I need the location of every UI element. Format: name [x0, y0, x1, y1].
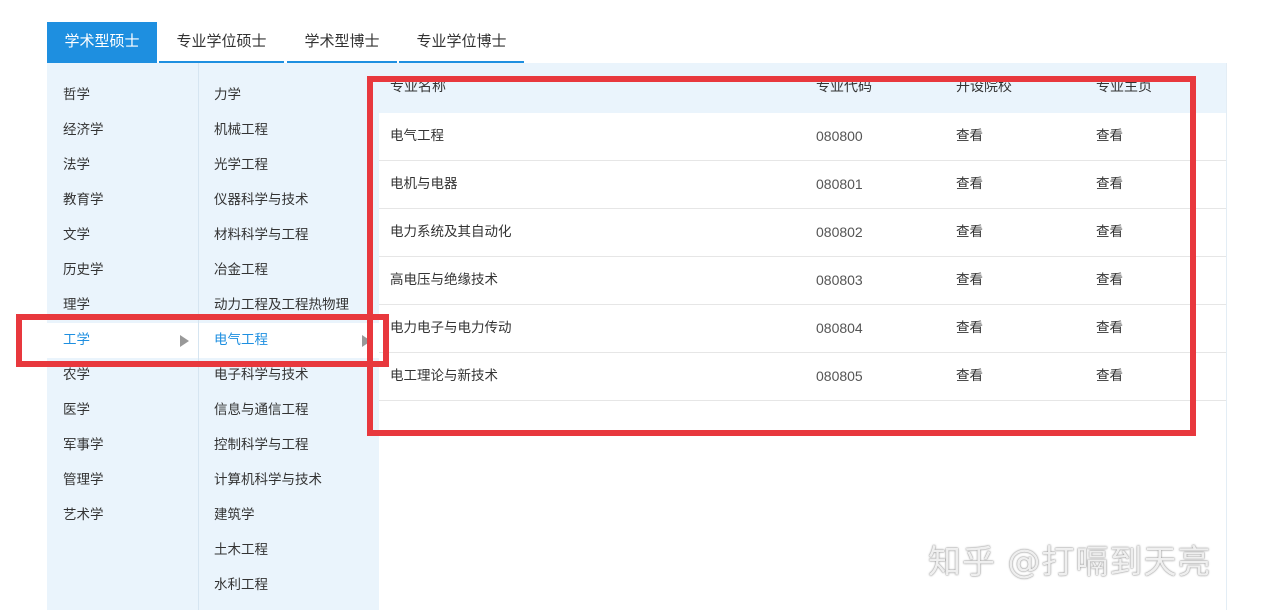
homepage-link[interactable]: 查看: [1096, 113, 1123, 160]
right-triangle-icon: [362, 335, 371, 347]
discipline-item[interactable]: 土木工程: [199, 533, 380, 568]
discipline-item[interactable]: 控制科学与工程: [199, 428, 380, 463]
discipline-list: 力学 机械工程 光学工程 仪器科学与技术 材料科学与工程 冶金工程 动力工程及工…: [198, 63, 380, 610]
discipline-item[interactable]: 水利工程: [199, 568, 380, 603]
major-code: 080805: [816, 368, 863, 384]
discipline-item[interactable]: 动力工程及工程热物理: [199, 288, 380, 323]
category-item[interactable]: 历史学: [47, 253, 198, 288]
category-item-selected[interactable]: 工学: [47, 323, 198, 358]
category-item[interactable]: 军事学: [47, 428, 198, 463]
homepage-link[interactable]: 查看: [1096, 353, 1123, 400]
homepage-link[interactable]: 查看: [1096, 161, 1123, 208]
table-header: 专业名称 专业代码 开设院校 专业主页: [379, 63, 1226, 113]
tab-academic-doctor[interactable]: 学术型博士: [287, 22, 397, 63]
homepage-link[interactable]: 查看: [1096, 209, 1123, 256]
discipline-item[interactable]: 建筑学: [199, 498, 380, 533]
category-item[interactable]: 经济学: [47, 113, 198, 148]
table-row: 电气工程 080800 查看 查看: [379, 113, 1226, 161]
major-code: 080804: [816, 320, 863, 336]
discipline-item-selected[interactable]: 电气工程: [199, 323, 380, 358]
schools-link[interactable]: 查看: [956, 209, 983, 256]
tab-professional-doctor[interactable]: 专业学位博士: [399, 22, 524, 63]
watermark: 知乎 @打嗝到天亮: [928, 542, 1212, 581]
category-item[interactable]: 医学: [47, 393, 198, 428]
major-name: 电工理论与新技术: [390, 368, 498, 384]
header-homepage: 专业主页: [1096, 79, 1152, 95]
tab-academic-master[interactable]: 学术型硕士: [47, 22, 157, 63]
table-row: 电工理论与新技术 080805 查看 查看: [379, 353, 1226, 401]
discipline-item[interactable]: 计算机科学与技术: [199, 463, 380, 498]
schools-link[interactable]: 查看: [956, 161, 983, 208]
discipline-item[interactable]: 光学工程: [199, 148, 380, 183]
tab-professional-master[interactable]: 专业学位硕士: [159, 22, 284, 63]
discipline-label: 电气工程: [214, 332, 268, 348]
header-major-code: 专业代码: [816, 79, 872, 95]
category-item[interactable]: 理学: [47, 288, 198, 323]
category-item[interactable]: 农学: [47, 358, 198, 393]
category-item[interactable]: 文学: [47, 218, 198, 253]
major-code: 080802: [816, 224, 863, 240]
table-row: 电机与电器 080801 查看 查看: [379, 161, 1226, 209]
discipline-item[interactable]: 电子科学与技术: [199, 358, 380, 393]
homepage-link[interactable]: 查看: [1096, 257, 1123, 304]
category-item[interactable]: 艺术学: [47, 498, 198, 533]
degree-tabs: 学术型硕士 专业学位硕士 学术型博士 专业学位博士: [47, 22, 1227, 63]
category-list: 哲学 经济学 法学 教育学 文学 历史学 理学 工学 农学 医学 军事学 管理学…: [47, 63, 198, 610]
schools-link[interactable]: 查看: [956, 257, 983, 304]
right-triangle-icon: [180, 335, 189, 347]
discipline-item[interactable]: 材料科学与工程: [199, 218, 380, 253]
major-name: 电气工程: [390, 128, 444, 144]
category-label: 工学: [63, 332, 90, 348]
category-item[interactable]: 教育学: [47, 183, 198, 218]
table-row: 高电压与绝缘技术 080803 查看 查看: [379, 257, 1226, 305]
table-row: 电力系统及其自动化 080802 查看 查看: [379, 209, 1226, 257]
discipline-item[interactable]: 冶金工程: [199, 253, 380, 288]
table-row: 电力电子与电力传动 080804 查看 查看: [379, 305, 1226, 353]
category-item[interactable]: 法学: [47, 148, 198, 183]
major-name: 高电压与绝缘技术: [390, 272, 498, 288]
schools-link[interactable]: 查看: [956, 353, 983, 400]
homepage-link[interactable]: 查看: [1096, 305, 1123, 352]
major-code: 080803: [816, 272, 863, 288]
discipline-item[interactable]: 力学: [199, 78, 380, 113]
major-name: 电机与电器: [390, 176, 458, 192]
major-code: 080801: [816, 176, 863, 192]
category-item[interactable]: 哲学: [47, 78, 198, 113]
schools-link[interactable]: 查看: [956, 305, 983, 352]
major-code: 080800: [816, 128, 863, 144]
discipline-item[interactable]: 信息与通信工程: [199, 393, 380, 428]
schools-link[interactable]: 查看: [956, 113, 983, 160]
header-schools: 开设院校: [956, 79, 1012, 95]
discipline-item[interactable]: 仪器科学与技术: [199, 183, 380, 218]
major-name: 电力电子与电力传动: [390, 320, 512, 336]
major-name: 电力系统及其自动化: [390, 224, 512, 240]
category-item[interactable]: 管理学: [47, 463, 198, 498]
header-major-name: 专业名称: [390, 79, 446, 95]
discipline-item[interactable]: 机械工程: [199, 113, 380, 148]
